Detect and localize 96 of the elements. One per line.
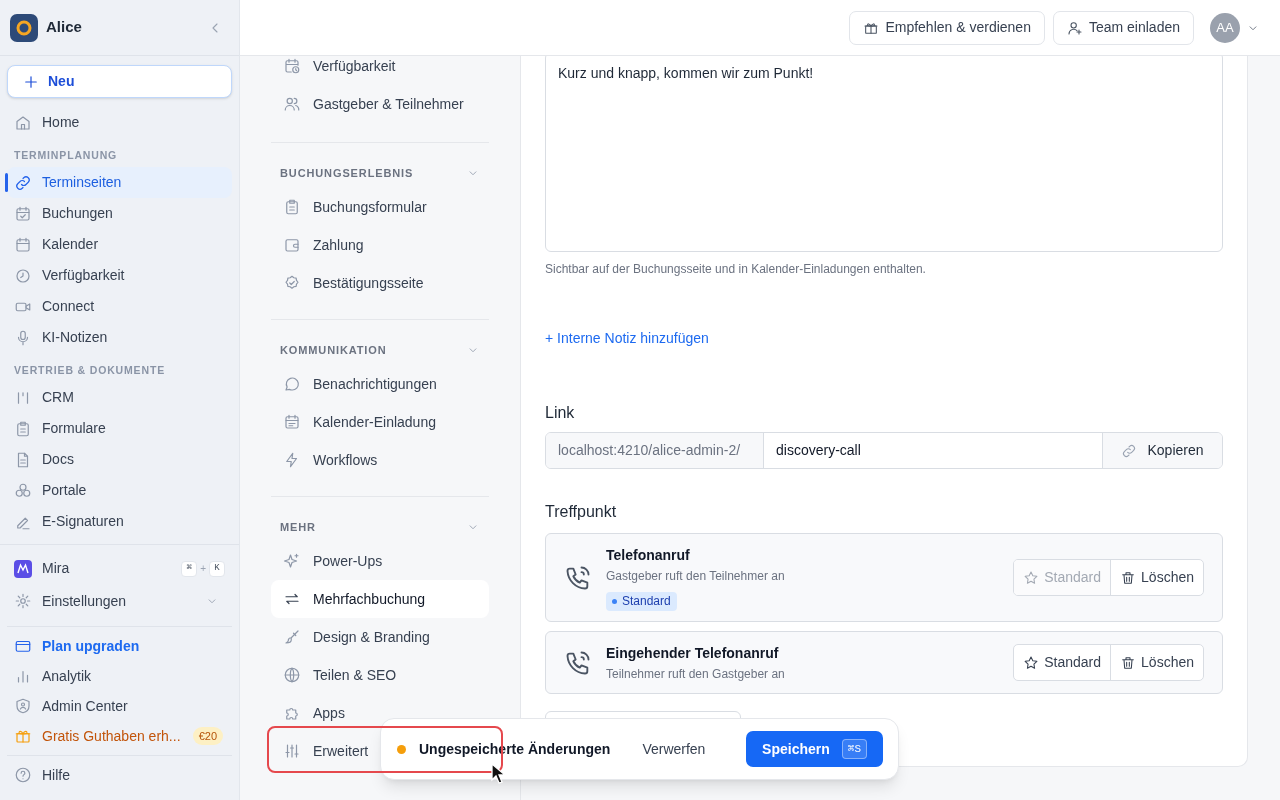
settings-nav-item[interactable]: Apps xyxy=(271,694,357,732)
link-icon xyxy=(1121,442,1138,459)
shortcut-key: ⌘ xyxy=(181,560,198,577)
clock-icon xyxy=(14,266,32,285)
clipboard-icon xyxy=(283,198,301,216)
chat-bubble-icon xyxy=(283,375,301,393)
calendar-icon xyxy=(283,413,301,431)
calendar-check-icon xyxy=(14,204,32,223)
section-header[interactable]: MEHR xyxy=(271,512,489,542)
settings-nav-item[interactable]: Kalender-Einladung xyxy=(271,403,448,441)
star-icon xyxy=(1023,569,1040,586)
settings-nav-item[interactable]: Power-Ups xyxy=(271,542,395,580)
sidebar-item[interactable]: Portale xyxy=(7,475,232,506)
sidebar-item[interactable]: KI-Notizen xyxy=(7,322,232,353)
shield-user-icon xyxy=(14,697,32,715)
slug-field[interactable]: discovery-call xyxy=(764,433,1102,468)
delete-button[interactable]: Löschen xyxy=(1111,645,1203,680)
settings-nav-item[interactable]: Buchungsformular xyxy=(271,188,439,226)
cubes-icon xyxy=(14,481,32,500)
sliders-icon xyxy=(283,742,301,760)
description-field[interactable]: Kurz und knapp, kommen wir zum Punkt! xyxy=(545,56,1223,252)
workspace-name[interactable]: Alice xyxy=(46,16,203,39)
upgrade-link[interactable]: Plan upgraden xyxy=(7,631,232,661)
shortcut-key: ⌘S xyxy=(841,739,867,759)
referral-button[interactable]: Empfehlen & verdienen xyxy=(849,10,1045,45)
set-default-button: Standard xyxy=(1014,560,1112,595)
sidebar-item[interactable]: Verfügbarkeit xyxy=(7,260,232,291)
settings-nav-item[interactable]: Teilen & SEO xyxy=(271,656,409,694)
copy-button[interactable]: Kopieren xyxy=(1102,433,1222,468)
invite-team-button[interactable]: Team einladen xyxy=(1052,10,1194,45)
sidebar-item[interactable]: Docs xyxy=(7,444,232,475)
add-note-link[interactable]: + Interne Notiz hinzufügen xyxy=(545,328,709,349)
location-title: Eingehender Telefonanruf xyxy=(606,643,780,663)
discard-button[interactable]: Verwerfen xyxy=(642,738,706,760)
sidebar-item[interactable]: Connect xyxy=(7,291,232,322)
link-icon xyxy=(14,173,32,192)
help-text: Sichtbar auf der Buchungsseite und in Kalender-Einladungen enthalten. xyxy=(545,261,927,278)
sidebar-item[interactable]: Kalender xyxy=(7,229,232,260)
logo-icon xyxy=(10,13,38,42)
settings-nav-item[interactable]: Benachrichtigungen xyxy=(271,365,449,403)
sidebar-item[interactable]: Formulare xyxy=(7,413,232,444)
settings-nav-item[interactable]: Verfügbarkeit xyxy=(271,56,408,85)
location-card[interactable]: Telefonanruf Gastgeber ruft den Teilnehmer an Standard Standard Löschen xyxy=(545,533,1223,622)
location-title: Telefonanruf xyxy=(606,545,691,565)
location-description: Teilnehmer ruft den Gastgeber an xyxy=(606,665,786,683)
sidebar-item[interactable]: Home xyxy=(7,107,232,138)
star-icon xyxy=(1023,654,1040,671)
users-icon xyxy=(283,95,301,113)
sidebar-item[interactable]: Hilfe xyxy=(7,760,232,790)
sidebar-item[interactable]: Buchungen xyxy=(7,198,232,229)
url-field[interactable]: localhost:4210/alice-admin-2/ discovery-call Kopieren xyxy=(545,432,1223,469)
calendar-icon xyxy=(14,235,32,254)
section-label: Link xyxy=(545,403,576,423)
assistant-logo-icon xyxy=(14,559,32,578)
sidebar-item[interactable]: Mira ⌘ + K xyxy=(7,553,232,584)
credit-badge: €20 xyxy=(192,727,223,745)
location-card[interactable]: Eingehender Telefonanruf Teilnehmer ruft den Gastgeber an Standard Löschen xyxy=(545,631,1223,694)
paintbrush-icon xyxy=(283,628,301,646)
settings-nav-item[interactable]: Mehrfachbuchung xyxy=(271,580,489,618)
sidebar-item[interactable]: Gratis Guthaben erh... €20 xyxy=(7,721,232,751)
trash-icon xyxy=(1120,569,1137,586)
settings-nav-item[interactable]: Zahlung xyxy=(271,226,376,264)
sidebar-item[interactable]: Terminseiten xyxy=(7,167,232,198)
section-heading: TERMINPLANUNG xyxy=(13,148,119,164)
section-header[interactable]: KOMMUNIKATION xyxy=(271,335,489,365)
check-badge-icon xyxy=(283,274,301,292)
set-default-button[interactable]: Standard xyxy=(1014,645,1112,680)
globe-icon xyxy=(283,666,301,684)
new-button[interactable]: Neu xyxy=(7,65,232,98)
section-heading: VERTRIEB & DOKUMENTE xyxy=(13,363,166,379)
save-button[interactable]: Speichern ⌘S xyxy=(746,731,883,767)
shortcut-key: K xyxy=(209,560,225,577)
sidebar-item[interactable]: E-Signaturen xyxy=(7,506,232,537)
sidebar-item[interactable]: Admin Center xyxy=(7,691,232,721)
settings-nav-item[interactable]: Erweitert xyxy=(271,732,381,770)
settings-nav-item[interactable]: Workflows xyxy=(271,441,390,479)
url-prefix: localhost:4210/alice-admin-2/ xyxy=(546,433,764,468)
calendar-clock-icon xyxy=(283,57,301,75)
delete-button[interactable]: Löschen xyxy=(1111,560,1203,595)
sidebar-item[interactable]: CRM xyxy=(7,382,232,413)
sidebar-item[interactable]: Einstellungen xyxy=(7,584,232,618)
location-description: Gastgeber ruft den Teilnehmer an xyxy=(606,567,786,585)
section-label: Treffpunkt xyxy=(545,502,618,522)
settings-nav-item[interactable]: Gastgeber & Teilnehmer xyxy=(271,85,476,123)
clipboard-icon xyxy=(14,419,32,438)
trash-icon xyxy=(1120,654,1137,671)
settings-nav-item[interactable]: Bestätigungsseite xyxy=(271,264,436,302)
user-plus-icon xyxy=(1066,19,1083,36)
section-header[interactable]: BUCHUNGSERLEBNIS xyxy=(271,158,489,188)
sparkles-icon xyxy=(283,552,301,570)
sidebar-item[interactable]: Analytik xyxy=(7,661,232,691)
plus-sign: + xyxy=(200,562,206,576)
help-icon xyxy=(14,766,32,784)
default-badge: Standard xyxy=(606,591,677,611)
settings-nav-item[interactable]: Design & Branding xyxy=(271,618,442,656)
wallet-icon xyxy=(283,236,301,254)
